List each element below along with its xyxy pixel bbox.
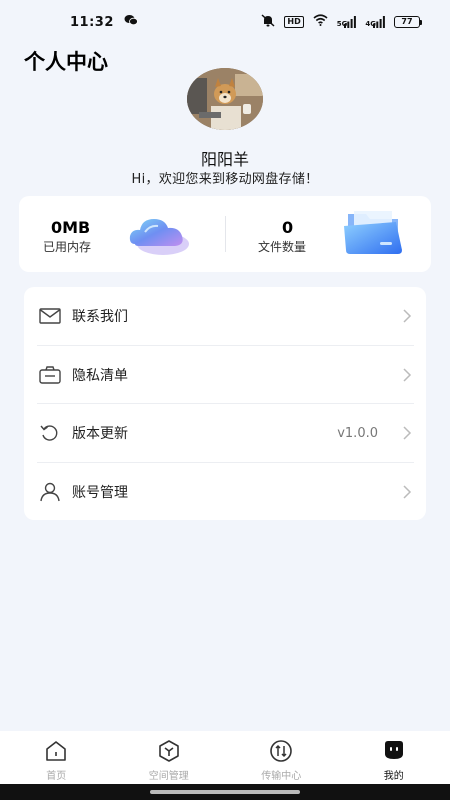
menu-item-account-management[interactable]: 账号管理: [24, 463, 426, 521]
tab-home[interactable]: 首页: [0, 731, 113, 784]
file-count-label: 文件数量: [258, 240, 307, 254]
home-icon: [43, 738, 69, 764]
tab-mine[interactable]: 我的: [338, 731, 450, 784]
menu-item-privacy-list[interactable]: 隐私清单: [24, 346, 426, 404]
stats-card: 0MB 已用内存 0 文件数量: [19, 196, 431, 272]
chevron-right-icon: [402, 308, 412, 324]
file-count-value: 0: [282, 218, 294, 237]
avatar[interactable]: [187, 68, 263, 130]
folder-icon: [340, 208, 406, 262]
bottom-tab-bar: 首页 空间管理 传输中心 我的: [0, 731, 450, 784]
menu-item-label: 隐私清单: [72, 368, 128, 384]
mail-icon: [39, 306, 61, 326]
storage-icon: [156, 738, 182, 764]
welcome-message: Hi，欢迎您来到移动网盘存储！: [131, 172, 319, 187]
transfer-icon: [268, 738, 294, 764]
status-bar: 11:32 HD 5G 4G 77: [0, 0, 450, 44]
signal-4g-icon: 4G: [365, 16, 385, 28]
menu-item-label: 联系我们: [72, 309, 128, 325]
hd-badge: HD: [284, 16, 304, 28]
home-indicator: [0, 784, 450, 800]
menu-card: 联系我们 隐私清单 版本更新 v1.0.0 账号管理: [24, 287, 426, 520]
profile-icon: [381, 738, 407, 764]
id-card-icon: [39, 365, 61, 385]
app-version: v1.0.0: [337, 425, 378, 441]
tab-storage-management[interactable]: 空间管理: [113, 731, 226, 784]
home-indicator-bar[interactable]: [150, 790, 300, 794]
used-storage-stat[interactable]: 0MB 已用内存: [19, 196, 225, 272]
tab-label: 空间管理: [148, 771, 189, 782]
battery-level: 77: [394, 16, 420, 28]
tab-transfer-center[interactable]: 传输中心: [225, 731, 338, 784]
cloud-icon: [125, 210, 191, 262]
tab-label: 传输中心: [261, 771, 302, 782]
mute-bell-icon: [261, 13, 275, 31]
battery-icon: 77: [394, 16, 422, 28]
menu-item-label: 版本更新: [72, 426, 128, 442]
used-storage-value: 0MB: [51, 218, 91, 237]
chevron-right-icon: [402, 425, 412, 441]
user-icon: [39, 482, 61, 502]
wechat-icon: [124, 14, 138, 30]
file-count-stat[interactable]: 0 文件数量: [226, 196, 431, 272]
menu-item-label: 账号管理: [72, 485, 128, 501]
used-storage-label: 已用内存: [43, 240, 92, 254]
tab-label: 我的: [383, 771, 404, 782]
refresh-icon: [39, 423, 61, 443]
tab-label: 首页: [46, 771, 67, 782]
wifi-icon: [313, 14, 328, 30]
username: 阳阳羊: [200, 150, 249, 169]
page-title: 个人中心: [24, 50, 108, 74]
chevron-right-icon: [402, 367, 412, 383]
menu-item-contact-us[interactable]: 联系我们: [24, 287, 426, 345]
signal-5g-icon: 5G: [337, 16, 357, 28]
status-icons: HD 5G 4G 77: [261, 13, 422, 31]
chevron-right-icon: [402, 484, 412, 500]
status-time: 11:32: [70, 14, 114, 30]
menu-item-version-update[interactable]: 版本更新 v1.0.0: [24, 404, 426, 462]
